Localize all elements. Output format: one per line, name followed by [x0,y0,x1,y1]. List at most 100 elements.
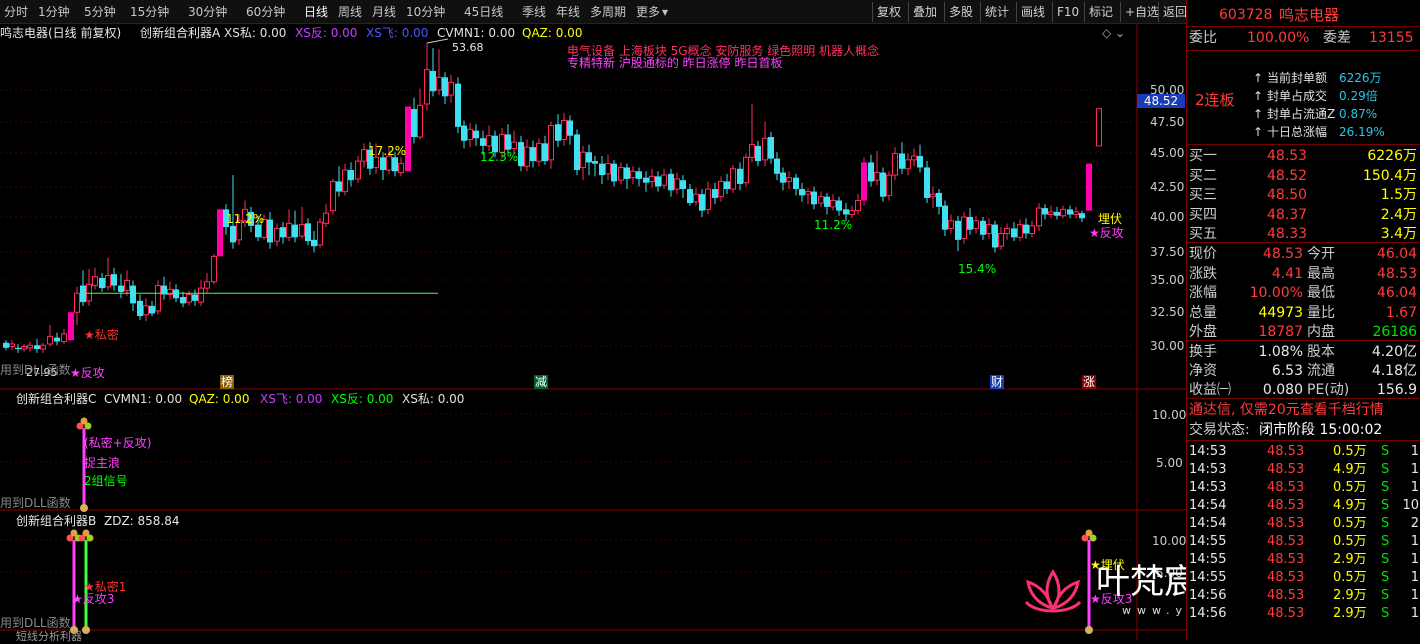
seal-info-0: ↑ 当前封单额 6226万 [1253,71,1382,85]
toolbar-button-5[interactable]: F10 [1052,2,1082,22]
toolbar-button-4[interactable]: 画线 [1016,2,1050,22]
toolbar-button-0[interactable]: 复权 [872,2,906,22]
candle-body [749,144,755,158]
indicator-a-item-2: XS飞: 0.00 [366,26,429,40]
candle-body [574,134,580,171]
period-tab-8[interactable]: 月线 [372,4,396,20]
y-axis-label-0: 50.00 [1150,83,1185,97]
period-tab-9[interactable]: 10分钟 [406,4,445,20]
period-tab-11[interactable]: 季线 [522,4,546,20]
candle-body [793,177,799,190]
candle-body [911,155,917,161]
candle-body [280,227,286,238]
tick-row-4: 14:54 48.53 0.5万 S 2 [1189,516,1419,531]
period-tab-5[interactable]: 60分钟 [246,4,285,20]
quote-row-1: 涨跌 4.41 最高 48.53 [1189,265,1417,282]
toolbar-button-6[interactable]: 标记 [1084,2,1118,22]
event-marker-2: 财 [990,375,1005,389]
candle-body [599,163,605,176]
candle-body [830,199,836,208]
pct-label-2: 11.2% [226,212,265,226]
toolbar-button-2[interactable]: 多股 [944,2,978,22]
candle-body [40,344,46,350]
y-axis-label-4: 40.00 [1150,210,1185,224]
candle-body [486,135,492,147]
kline-chart-area[interactable] [0,24,1186,640]
panel-c-y-label-0: 10.00 [1152,408,1187,422]
candle-body [286,222,292,238]
tick-row-2: 14:53 48.53 0.5万 S 1 [1189,480,1419,495]
candle-body [780,172,786,183]
period-tab-6[interactable]: 日线 [304,4,328,20]
candle-body [899,153,905,169]
candle-body [967,217,973,230]
promo-banner[interactable]: 通达信, 仅需20元查看千档行情 [1187,400,1420,420]
candle-body [411,109,417,137]
pct-label-1: 12.3% [480,150,519,164]
candle-body [886,174,892,196]
period-tab-0[interactable]: 分时 [4,4,28,20]
candle-body [712,189,718,198]
panel-b-title: 创新组合利器B [16,514,97,528]
period-tab-3[interactable]: 15分钟 [130,4,169,20]
signal-column-c-ball [80,417,88,425]
candle-body [198,287,204,303]
seal-info-1: ↑ 封单占成交 0.29倍 [1253,89,1378,103]
candle-body [643,177,649,183]
y-axis-label-3: 42.50 [1150,180,1185,194]
signal-column-b-1-ball [70,529,78,537]
candle-body [467,128,473,141]
candle-body [305,223,311,242]
candle-body [217,209,223,257]
candle-body [398,163,404,174]
y-axis-label-6: 35.00 [1150,273,1185,287]
chart-options-icon[interactable]: ◇ ⌄ [1102,26,1125,40]
period-tab-4[interactable]: 30分钟 [188,4,227,20]
candle-body [586,152,592,163]
tick-row-3: 14:54 48.53 4.9万 S 10 [1189,498,1419,513]
main-chart-title: 鸣志电器(日线 前复权) [0,26,122,40]
candle-body [655,176,661,187]
period-tab-1[interactable]: 1分钟 [38,4,70,20]
period-tab-7[interactable]: 周线 [338,4,362,20]
stock-header: 603728 鸣志电器 [1187,4,1420,26]
candle-body [868,162,874,182]
bid-row-2: 买三 48.50 1.5万 [1189,187,1417,203]
period-tab-10[interactable]: 45日线 [464,4,503,20]
period-tab-13[interactable]: 多周期 [590,4,626,20]
candle-body [724,181,730,190]
indicator-a-item-3: CVMN1: 0.00 [437,26,516,40]
candle-body [861,162,867,201]
candle-body [942,205,948,230]
candle-body [611,163,617,182]
period-tab-2[interactable]: 5分钟 [84,4,116,20]
candle-body [311,239,317,247]
candle-body [661,174,667,186]
candle-body [1086,163,1092,211]
seal-info-3: ↑ 十日总涨幅 26.19% [1253,125,1385,139]
y-axis-label-5: 37.50 [1150,245,1185,259]
candle-body [536,142,542,162]
toolbar-button-7[interactable]: +自选 [1120,2,1159,22]
toolbar-button-1[interactable]: 叠加 [908,2,942,22]
bid-row-0: 买一 48.53 6226万 [1189,148,1417,164]
candle-body [124,280,130,292]
period-tab-12[interactable]: 年线 [556,4,580,20]
stock-name: 鸣志电器 [1279,6,1340,24]
toolbar-button-3[interactable]: 统计 [980,2,1014,22]
quote-row-4: 外盘 18787 内盘 26186 [1189,324,1417,340]
candle-body [417,104,423,138]
candle-body [762,137,768,161]
bottom-tab[interactable]: 短线分析利器 [16,630,82,644]
panel-c-item-2: XS飞: 0.00 [260,392,323,406]
candle-body [299,224,305,237]
candle-body [442,77,448,97]
more-dropdown-icon[interactable]: ▾ [662,4,668,20]
period-tab-14[interactable]: 更多 [636,4,660,20]
candle-body [21,346,27,350]
candle-body [1073,211,1079,215]
panel-b-value: ZDZ: 858.84 [104,514,180,528]
candle-body [636,171,642,179]
candle-body [1060,208,1066,217]
candle-body [542,143,548,162]
